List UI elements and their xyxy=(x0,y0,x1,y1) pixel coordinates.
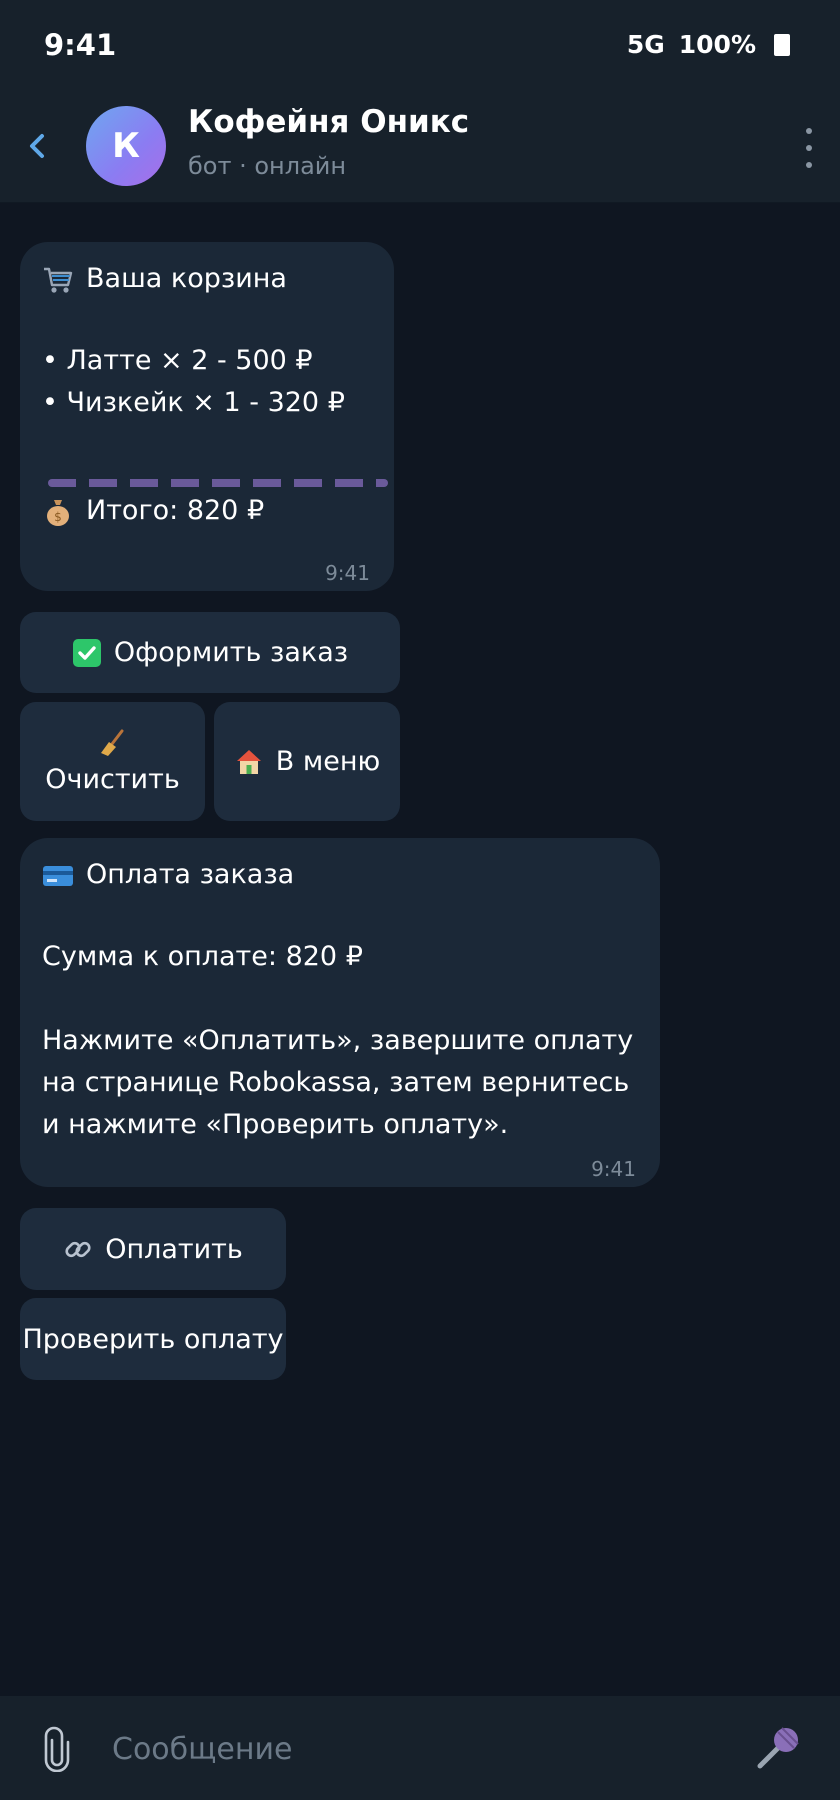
status-bar: 9:41 5G 100% xyxy=(0,0,840,90)
message-time: 9:41 xyxy=(591,1157,636,1181)
cart-title: Ваша корзина xyxy=(86,263,287,294)
check-payment-label: Проверить оплату xyxy=(22,1323,284,1355)
checkout-label: Оформить заказ xyxy=(113,637,349,668)
payment-instructions: Нажмите «Оплатить», завершите оплату на … xyxy=(42,1025,634,1140)
money-bag-icon: $ xyxy=(47,499,69,526)
message-input[interactable] xyxy=(110,1722,734,1776)
payment-title: Оплата заказа xyxy=(86,859,295,890)
payment-title-row: Оплата заказа xyxy=(42,854,638,896)
battery-icon xyxy=(774,33,790,56)
network-indicator: 5G xyxy=(626,30,665,59)
chat-header: К Кофейня Оникс бот · онлайн xyxy=(0,90,840,203)
cart-title-row: Ваша корзина xyxy=(42,258,372,300)
check-mark-button-icon xyxy=(72,638,101,667)
microphone-icon[interactable] xyxy=(754,1722,804,1772)
avatar[interactable]: К xyxy=(86,106,166,186)
cart-item: • Латте × 2 - 500 ₽ xyxy=(42,345,313,376)
status-time: 9:41 xyxy=(44,28,117,62)
payment-message: Оплата заказа Сумма к оплате: 820 ₽ Нажм… xyxy=(20,838,660,1187)
divider xyxy=(48,479,388,487)
shopping-cart-icon xyxy=(44,267,73,293)
credit-card-icon xyxy=(43,865,73,886)
checkout-button[interactable]: Оформить заказ xyxy=(20,612,400,693)
menu-button[interactable]: В меню xyxy=(214,702,400,821)
chat-status: бот · онлайн xyxy=(188,152,347,180)
battery-percent: 100% xyxy=(678,30,756,59)
clear-cart-label: Очистить xyxy=(45,764,180,795)
paperclip-icon[interactable] xyxy=(40,1726,74,1772)
cart-total: Итого: 820 ₽ xyxy=(86,495,265,526)
pay-label: Оплатить xyxy=(105,1233,243,1265)
link-icon xyxy=(65,1241,91,1258)
chat-title[interactable]: Кофейня Оникс xyxy=(188,104,469,140)
cart-item: • Чизкейк × 1 - 320 ₽ xyxy=(42,387,345,418)
svg-text:$: $ xyxy=(54,510,62,524)
menu-label: В меню xyxy=(275,746,381,777)
check-payment-button[interactable]: Проверить оплату xyxy=(20,1298,286,1380)
pay-button[interactable]: Оплатить xyxy=(20,1208,286,1290)
status-indicators: 5G 100% xyxy=(627,30,790,59)
back-arrow-icon[interactable] xyxy=(22,128,52,164)
clear-cart-button[interactable]: Очистить xyxy=(20,702,205,821)
message-time: 9:41 xyxy=(325,561,370,585)
house-icon xyxy=(236,749,261,774)
broom-icon xyxy=(100,729,123,756)
more-options-icon[interactable] xyxy=(804,128,814,168)
cart-message: Ваша корзина • Латте × 2 - 500 ₽ • Чизке… xyxy=(20,242,394,591)
message-composer xyxy=(0,1696,840,1800)
cart-total-row: $ Итого: 820 ₽ xyxy=(42,490,264,532)
payment-amount: Сумма к оплате: 820 ₽ xyxy=(42,941,363,972)
